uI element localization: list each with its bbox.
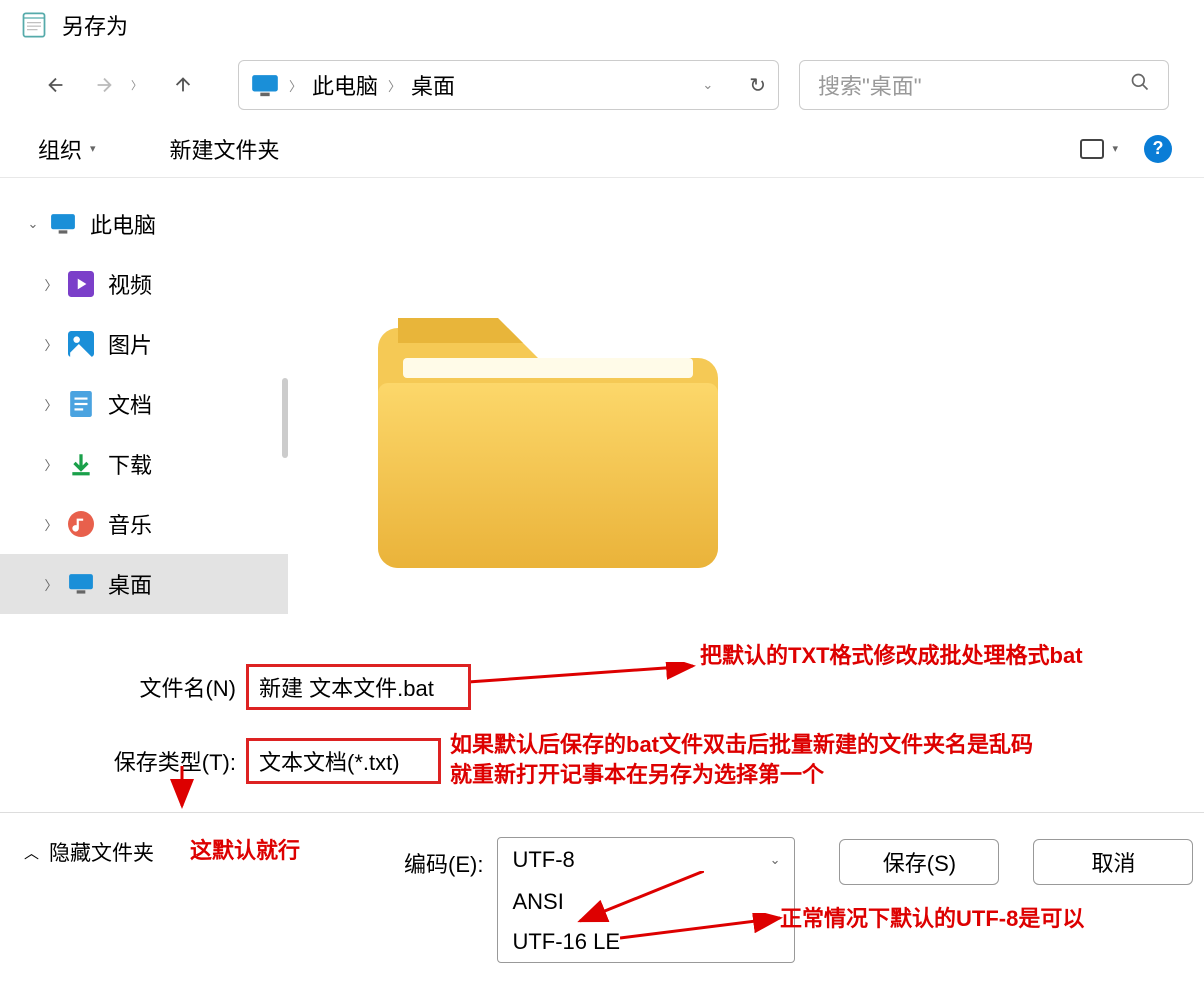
back-button[interactable] <box>35 64 77 106</box>
view-mode-button[interactable]: ▾ <box>1074 135 1124 163</box>
save-form: 把默认的TXT格式修改成批处理格式bat 文件名(N) 新建 文本文件.bat … <box>0 658 1204 784</box>
chevron-up-icon: ︿ <box>24 842 39 863</box>
title-bar: 另存为 <box>0 0 1204 50</box>
chevron-right-icon: 〉 <box>40 395 62 414</box>
filename-label: 文件名(N) <box>100 671 236 703</box>
sidebar-item-label: 文档 <box>108 388 152 420</box>
chevron-down-icon: ⌄ <box>22 216 44 232</box>
search-input[interactable]: 搜索"桌面" <box>799 60 1169 110</box>
chevron-right-icon: 〉 <box>40 335 62 354</box>
search-placeholder: 搜索"桌面" <box>818 69 1130 101</box>
chevron-down-icon: ▾ <box>1112 142 1118 155</box>
filetype-select[interactable]: 文本文档(*.txt) <box>246 738 441 784</box>
desktop-icon <box>68 571 94 597</box>
download-icon <box>68 451 94 477</box>
sidebar-item-label: 桌面 <box>108 568 152 600</box>
cancel-button[interactable]: 取消 <box>1033 839 1193 885</box>
forward-button[interactable] <box>83 64 125 106</box>
folder-icon[interactable] <box>368 288 728 588</box>
search-icon <box>1130 72 1150 98</box>
sidebar-item-label: 图片 <box>108 328 152 360</box>
annotation-left: 这默认就行 <box>190 833 300 865</box>
address-bar[interactable]: 〉 此电脑 〉 桌面 ⌄ ↻ <box>238 60 779 110</box>
music-icon <box>68 511 94 537</box>
refresh-button[interactable]: ↻ <box>749 73 766 98</box>
filename-input[interactable]: 新建 文本文件.bat <box>246 664 471 710</box>
notepad-icon <box>20 11 48 39</box>
main-area: ⌄ 此电脑 〉 视频 〉 图片 〉 文档 〉 下载 〉 音乐 <box>0 178 1204 658</box>
chevron-right-icon: 〉 <box>378 76 411 95</box>
annotation-bottom: 正常情况下默认的UTF-8是可以 <box>780 901 1084 933</box>
new-folder-label: 新建文件夹 <box>170 133 280 165</box>
sidebar-item-label: 音乐 <box>108 508 152 540</box>
sidebar: ⌄ 此电脑 〉 视频 〉 图片 〉 文档 〉 下载 〉 音乐 <box>0 178 288 658</box>
pc-icon <box>251 74 279 96</box>
hide-folders-label: 隐藏文件夹 <box>49 837 154 867</box>
chevron-right-icon: 〉 <box>40 575 62 594</box>
sidebar-item-video[interactable]: 〉 视频 <box>0 254 288 314</box>
sidebar-item-label: 下载 <box>108 448 152 480</box>
sidebar-item-pc[interactable]: ⌄ 此电脑 <box>0 194 288 254</box>
encoding-select[interactable]: UTF-8 ⌄ ANSI UTF-16 LE <box>497 837 795 963</box>
chevron-right-icon: 〉 <box>40 275 62 294</box>
encoding-option[interactable]: ANSI <box>498 882 794 922</box>
breadcrumb-pc[interactable]: 此电脑 <box>312 69 378 101</box>
file-view[interactable] <box>288 178 1204 658</box>
encoding-option[interactable]: UTF-16 LE <box>498 922 794 962</box>
sidebar-item-downloads[interactable]: 〉 下载 <box>0 434 288 494</box>
breadcrumb-desktop[interactable]: 桌面 <box>411 69 455 101</box>
sidebar-item-label: 此电脑 <box>90 208 156 240</box>
recent-dropdown-icon[interactable]: 〉 <box>131 77 142 93</box>
organize-button[interactable]: 组织 ▾ <box>32 129 102 169</box>
document-icon <box>68 391 94 417</box>
encoding-selected: UTF-8 <box>512 847 574 873</box>
chevron-right-icon: 〉 <box>279 76 312 95</box>
save-button[interactable]: 保存(S) <box>839 839 999 885</box>
sidebar-item-music[interactable]: 〉 音乐 <box>0 494 288 554</box>
navigation-bar: 〉 〉 此电脑 〉 桌面 ⌄ ↻ 搜索"桌面" <box>0 50 1204 120</box>
video-icon <box>68 271 94 297</box>
up-button[interactable] <box>162 64 204 106</box>
window-title: 另存为 <box>62 9 128 41</box>
chevron-right-icon: 〉 <box>40 455 62 474</box>
encoding-label: 编码(E): <box>404 847 483 879</box>
chevron-down-icon: ▾ <box>90 142 96 155</box>
hide-folders-button[interactable]: ︿ 隐藏文件夹 <box>24 837 154 867</box>
toolbar: 组织 ▾ 新建文件夹 ▾ ? <box>0 120 1204 178</box>
help-icon[interactable]: ? <box>1144 135 1172 163</box>
chevron-right-icon: 〉 <box>40 515 62 534</box>
pc-icon <box>50 211 76 237</box>
filetype-label: 保存类型(T): <box>100 745 236 777</box>
sidebar-item-desktop[interactable]: 〉 桌面 <box>0 554 288 614</box>
chevron-down-icon: ⌄ <box>770 852 781 868</box>
sidebar-item-pictures[interactable]: 〉 图片 <box>0 314 288 374</box>
picture-icon <box>68 331 94 357</box>
encoding-dropdown: ANSI UTF-16 LE <box>498 882 794 962</box>
view-icon <box>1080 139 1104 159</box>
organize-label: 组织 <box>38 133 82 165</box>
sidebar-item-documents[interactable]: 〉 文档 <box>0 374 288 434</box>
address-dropdown-icon[interactable]: ⌄ <box>702 77 713 93</box>
dialog-footer: ︿ 隐藏文件夹 这默认就行 编码(E): UTF-8 ⌄ ANSI UTF-16… <box>0 812 1204 972</box>
new-folder-button[interactable]: 新建文件夹 <box>164 129 286 169</box>
sidebar-item-label: 视频 <box>108 268 152 300</box>
